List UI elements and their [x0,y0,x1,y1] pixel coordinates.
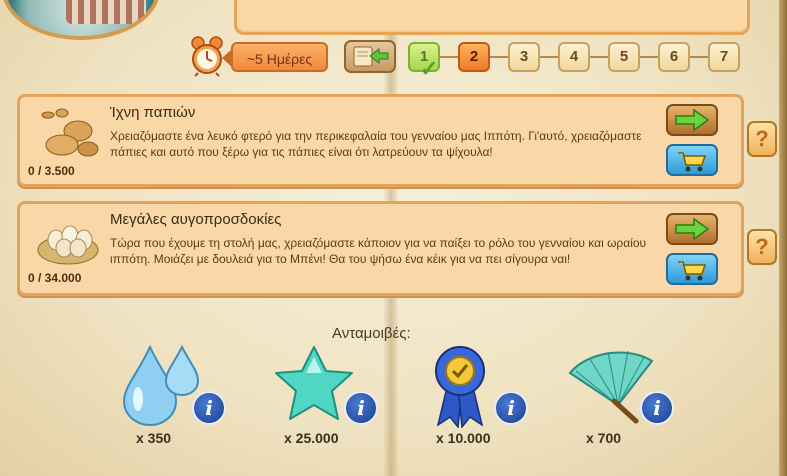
buy-button[interactable] [666,144,718,176]
help-button[interactable]: ? [747,121,777,157]
quest-card: Μεγάλες αυγοπροσδοκίες Τώρα που έχουμε τ… [17,201,777,296]
reward-item: i x 10.000 [420,343,550,453]
quest-progress: 0 / 34.000 [28,271,82,285]
quest-progress: 0 / 3.500 [28,164,75,178]
checkmark-icon: ✓ [420,56,439,81]
duration-badge: ~5 Ημέρες [222,42,328,72]
step-connector [590,56,608,58]
quest-card: Ίχνη παπιών Χρειαζόμαστε ένα λευκό φτερό… [17,94,777,187]
shopping-cart-icon [678,152,707,172]
reward-item: i x 700 [566,343,696,453]
quest-title: Μεγάλες αυγοπροσδοκίες [110,211,282,228]
reward-amount: x 350 [136,430,172,446]
egg-nest-icon [37,225,99,265]
info-button[interactable]: i [344,391,378,425]
book-page: ~5 Ημέρες 1 ✓ 2 3 4 5 6 7 Ίχνη παπιών Χρ… [0,0,787,476]
step-7-tab[interactable]: 7 [708,42,740,72]
reward-amount: x 700 [586,430,622,446]
book-arrow-icon [353,46,389,67]
step-4-tab[interactable]: 4 [558,42,590,72]
rewards-label: Ανταμοιβές: [332,325,411,342]
alarm-clock-icon [191,36,223,77]
step-connector [540,56,558,58]
info-button[interactable]: i [192,391,226,425]
arrow-right-icon [675,108,710,132]
info-button[interactable]: i [640,391,674,425]
step-connector [690,56,708,58]
book-edge [779,0,787,476]
character-portrait [2,0,160,40]
step-connector [440,56,458,58]
step-6-tab[interactable]: 6 [658,42,690,72]
help-button[interactable]: ? [747,229,777,265]
back-to-book-button[interactable] [344,40,396,73]
step-connector [640,56,658,58]
reward-amount: x 10.000 [436,430,491,446]
quest-title: Ίχνη παπιών [110,104,196,121]
step-2-tab[interactable]: 2 [458,42,490,72]
reward-item: i x 25.000 [270,343,400,453]
info-button[interactable]: i [494,391,528,425]
header-panel [234,0,750,35]
step-connector [490,56,508,58]
arrow-right-icon [675,217,710,241]
quest-description: Τώρα που έχουμε τη στολή μας, χρειαζόμασ… [110,236,647,266]
step-3-tab[interactable]: 3 [508,42,540,72]
breadcrumbs-icon [41,108,99,157]
quest-description: Χρειαζόμαστε ένα λευκό φτερό για την περ… [110,129,642,159]
step-5-tab[interactable]: 5 [608,42,640,72]
buy-button[interactable] [666,253,718,285]
go-to-quest-button[interactable] [666,213,718,245]
go-to-quest-button[interactable] [666,104,718,136]
shopping-cart-icon [678,261,707,281]
reward-item: i x 350 [118,343,248,453]
reward-amount: x 25.000 [284,430,339,446]
